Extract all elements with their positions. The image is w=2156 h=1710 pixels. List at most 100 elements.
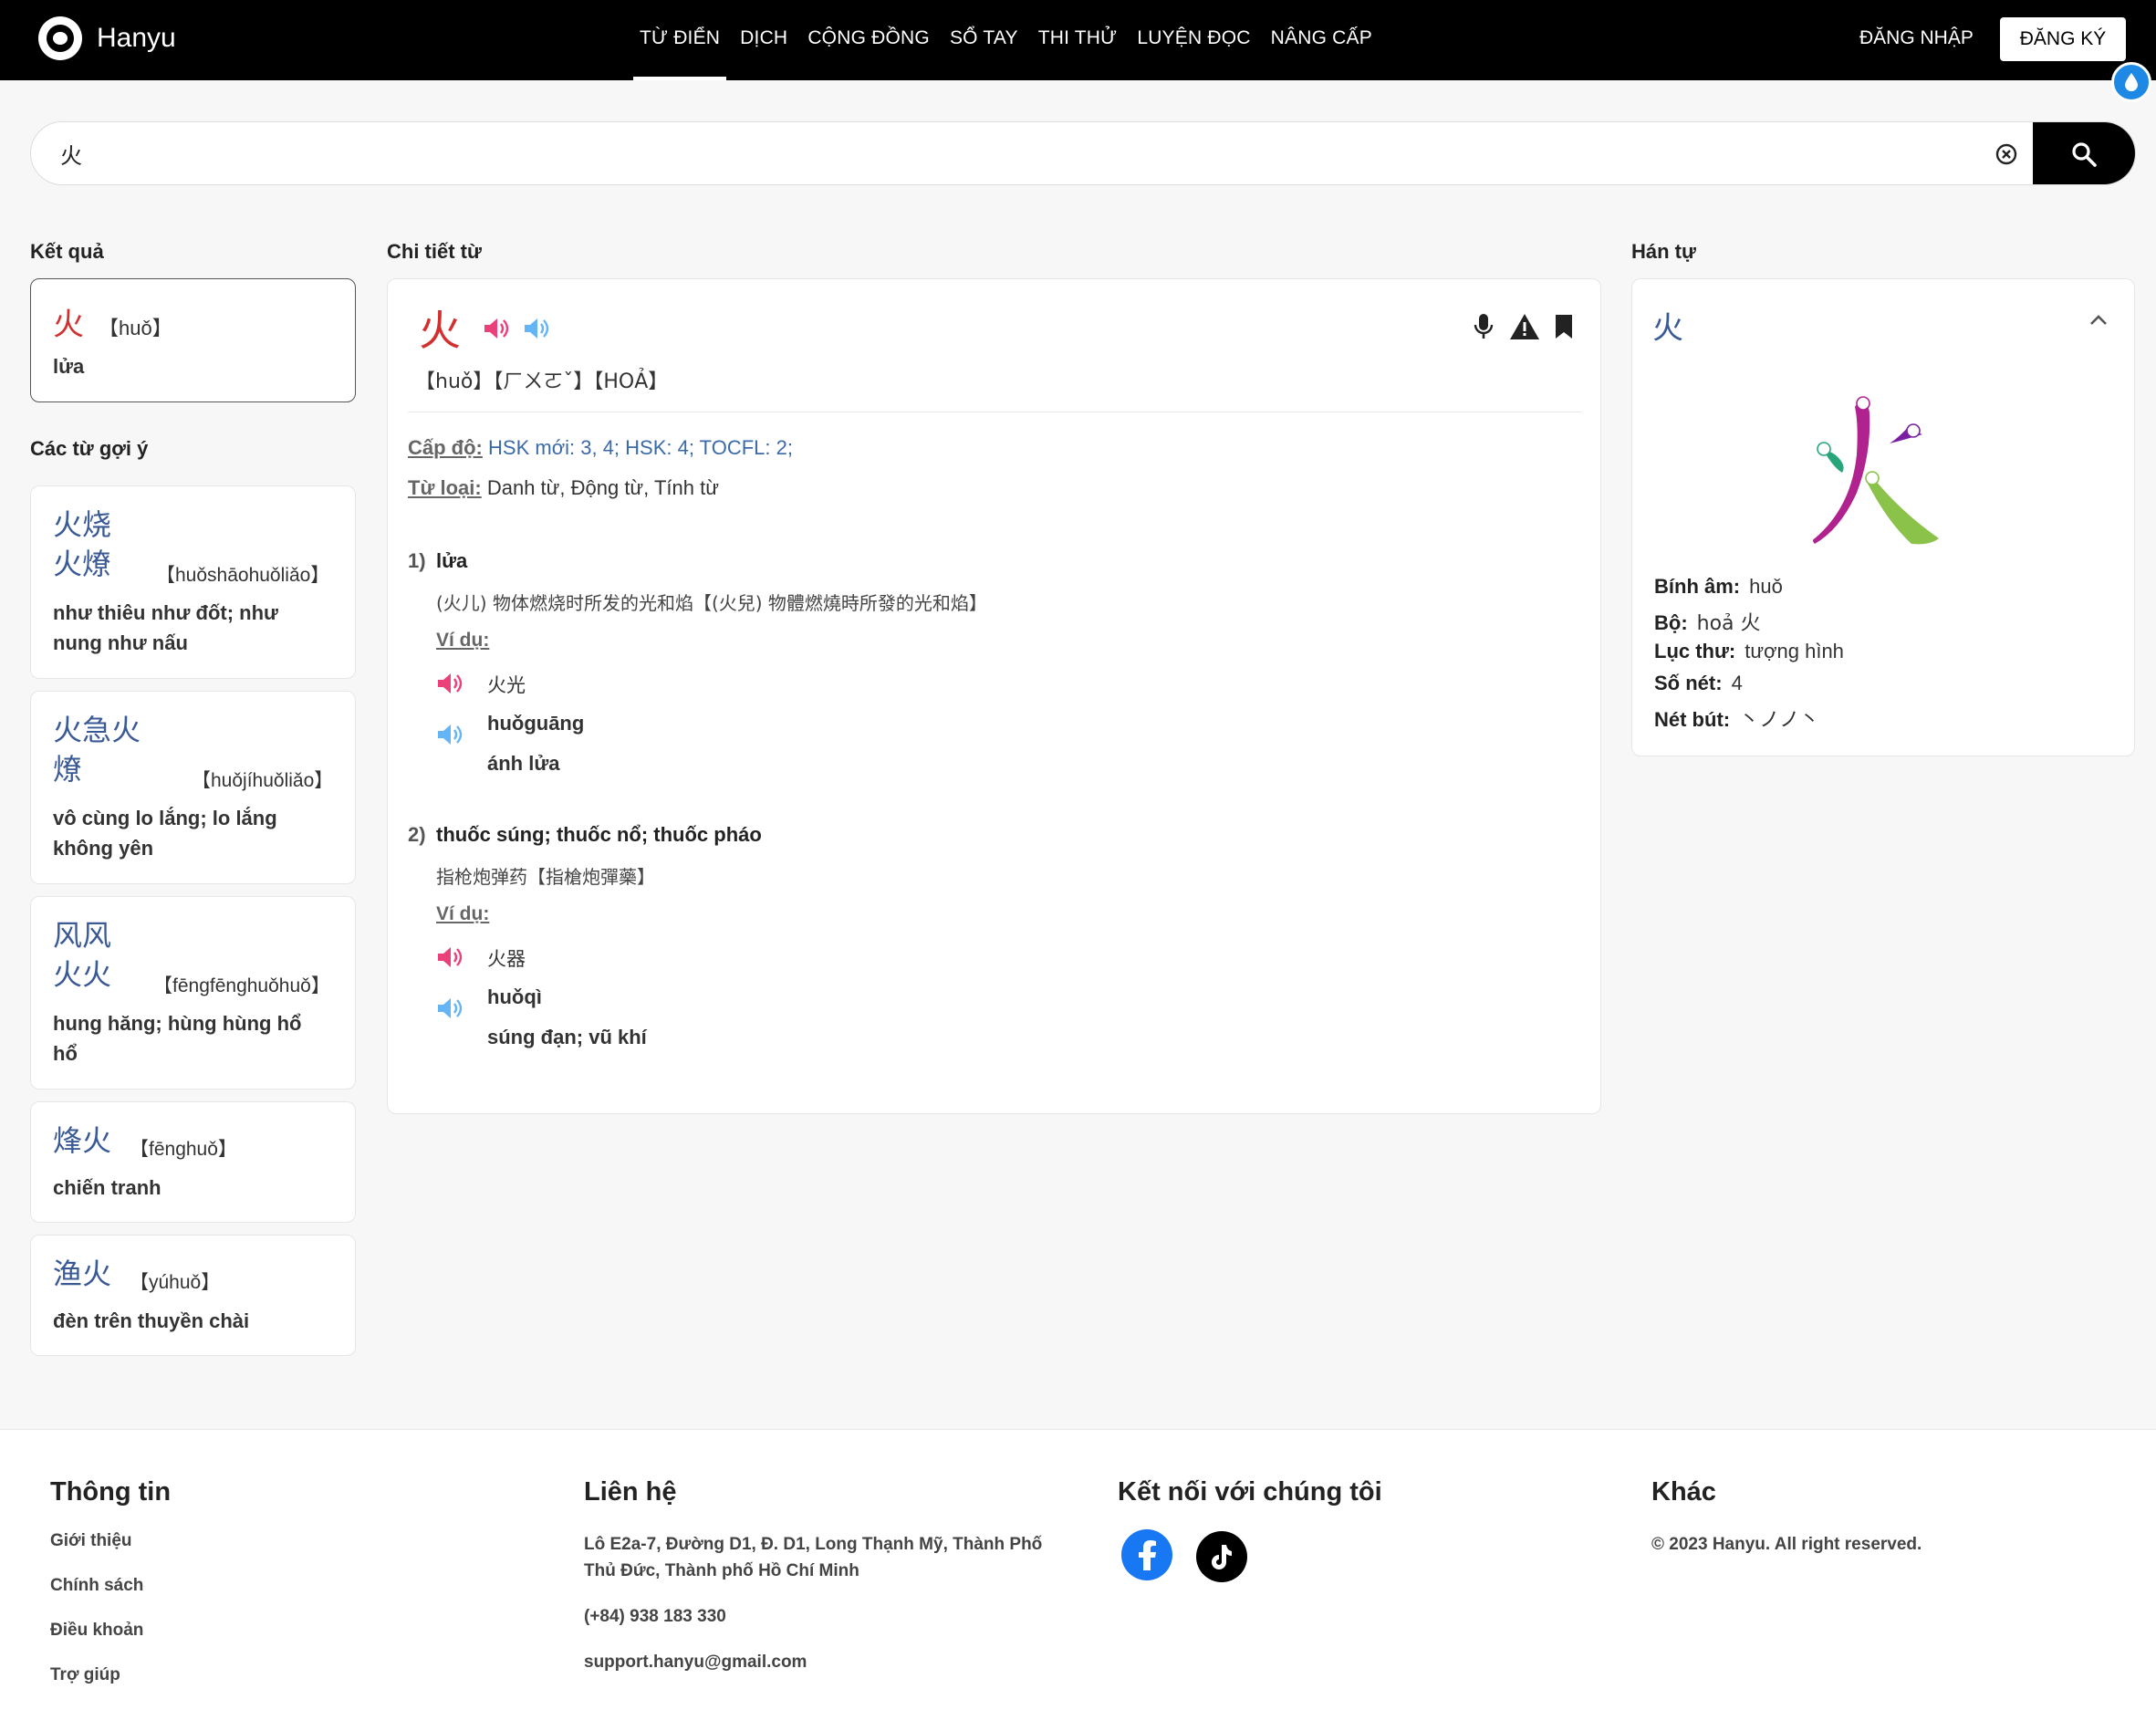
suggestion-hanzi: 火燎: [53, 547, 112, 581]
suggestion-pinyin: 【yúhuǒ】: [130, 1272, 221, 1293]
mic-icon[interactable]: [1473, 312, 1495, 346]
suggestion-item[interactable]: 烽火 【fēnghuǒ】 chiến tranh: [30, 1101, 356, 1223]
sense-meaning: thuốc súng; thuốc nổ; thuốc pháo: [436, 823, 762, 846]
footer-phone[interactable]: (+84) 938 183 330: [584, 1603, 1058, 1630]
prop-pinyin: Bính âm: huǒ: [1654, 575, 1783, 598]
suggestion-item[interactable]: 火烧 火燎 【huǒshāohuǒliǎo】 như thiêu như đốt…: [30, 485, 356, 679]
speaker-icon[interactable]: [436, 671, 463, 701]
result-meaning: lửa: [53, 355, 85, 378]
detail-readings: 【huǒ】【ㄏㄨㄛˇ】【HOẢ】: [415, 370, 669, 393]
suggestion-item[interactable]: 渔火 【yúhuǒ】 đèn trên thuyền chài: [30, 1235, 356, 1356]
login-link[interactable]: ĐĂNG NHẬP: [1859, 27, 1974, 49]
example-label: Ví dụ:: [436, 903, 490, 924]
suggestion-hanzi: 火火: [53, 957, 112, 992]
nav-tu-dien[interactable]: TỪ ĐIỂN: [630, 0, 730, 80]
pos-row: Từ loại: Danh từ, Động từ, Tính từ: [408, 476, 719, 500]
example-pinyin: huǒqì: [487, 985, 542, 1008]
hantu-char: 火: [1652, 310, 1683, 347]
facebook-icon[interactable]: [1121, 1529, 1172, 1580]
bookmark-icon[interactable]: [1554, 313, 1574, 345]
footer-social: Kết nối với chúng tôi: [1118, 1477, 1382, 1582]
stroke-order-diagram: [1813, 396, 1939, 545]
search-input[interactable]: [60, 122, 1976, 184]
brand-logo[interactable]: Hanyu: [38, 16, 176, 60]
main-nav: TỪ ĐIỂN DỊCH CỘNG ĐỒNG SỔ TAY THI THỬ LU…: [630, 0, 1382, 80]
example-meaning: ánh lửa: [487, 752, 560, 775]
word-detail-panel: 火 【huǒ】【ㄏㄨㄛˇ】【HOẢ】 Cấp độ: HSK mới: 3, 4…: [387, 278, 1601, 1114]
signup-button[interactable]: ĐĂNG KÝ: [2000, 17, 2126, 61]
suggestion-meaning: vô cùng lo lắng; lo lắng không yên: [53, 807, 277, 860]
logo-icon: [38, 16, 82, 60]
speaker-icon[interactable]: [436, 722, 463, 752]
suggestion-hanzi: 燎: [53, 752, 83, 787]
search-icon: [2072, 142, 2097, 167]
suggestion-hanzi: 烽火: [53, 1123, 112, 1158]
suggestion-hanzi: 火烧: [53, 507, 112, 542]
results-title: Kết quả: [30, 240, 104, 263]
nav-luyen-doc[interactable]: LUYỆN ĐỌC: [1127, 0, 1260, 80]
suggestion-hanzi: 渔火: [53, 1256, 112, 1291]
example-hanzi: 火光: [487, 674, 526, 696]
hantu-title: Hán tự: [1631, 240, 1696, 263]
speaker-icon[interactable]: [436, 944, 463, 975]
suggestion-hanzi: 火急火: [53, 713, 141, 747]
suggestion-meaning: như thiêu như đốt; như nung như nấu: [53, 601, 278, 654]
example-meaning: súng đạn; vũ khí: [487, 1026, 647, 1048]
prop-stroke-count: Số nét: 4: [1654, 672, 1743, 694]
speaker-icon[interactable]: [483, 316, 510, 346]
suggestion-meaning: đèn trên thuyền chài: [53, 1309, 250, 1332]
footer-email[interactable]: support.hanyu@gmail.com: [584, 1649, 1058, 1675]
result-item[interactable]: 火 【huǒ】 lửa: [30, 278, 356, 402]
nav-so-tay[interactable]: SỔ TAY: [940, 0, 1028, 80]
footer-link-dieu-khoan[interactable]: Điều khoản: [50, 1621, 171, 1641]
level-row: Cấp độ: HSK mới: 3, 4; HSK: 4; TOCFL: 2;: [408, 436, 793, 460]
footer-contact-title: Liên hệ: [584, 1477, 677, 1507]
nav-nang-cap[interactable]: NÂNG CẤP: [1261, 0, 1382, 80]
warning-icon[interactable]: [1509, 312, 1540, 346]
suggestion-meaning: hung hăng; hùng hùng hổ hổ: [53, 1012, 302, 1065]
sense-number: 2): [408, 823, 426, 846]
footer-contact: Liên hệ Lô E2a-7, Đường D1, Đ. D1, Long …: [584, 1477, 1058, 1694]
detail-title: Chi tiết từ: [387, 240, 482, 263]
hantu-panel: 火 Bính âm: huǒ Bộ: hoả 火 Lục thư: tượng hìn…: [1631, 278, 2135, 756]
brand-name: Hanyu: [97, 23, 176, 53]
search-button[interactable]: [2033, 122, 2135, 184]
nav-thi-thu[interactable]: THI THỬ: [1028, 0, 1128, 80]
suggestion-pinyin: 【huǒjíhuǒliǎo】: [192, 770, 334, 791]
example-hanzi: 火器: [487, 948, 526, 970]
chevron-up-icon[interactable]: [2088, 314, 2109, 331]
suggestions-title: Các từ gợi ý: [30, 437, 149, 460]
nav-dich[interactable]: DỊCH: [730, 0, 797, 80]
tiktok-icon[interactable]: [1196, 1531, 1248, 1582]
footer-link-gioi-thieu[interactable]: Giới thiệu: [50, 1531, 171, 1551]
footer-other: Khác © 2023 Hanyu. All right reserved.: [1651, 1477, 2126, 1577]
clear-icon[interactable]: [1992, 140, 2021, 169]
prop-strokes: Nét bút: 丶ノノ丶: [1654, 708, 1820, 732]
footer-copyright: © 2023 Hanyu. All right reserved.: [1651, 1535, 1922, 1554]
level-label: Cấp độ:: [408, 436, 483, 459]
suggestion-meaning: chiến tranh: [53, 1176, 161, 1199]
top-navbar: Hanyu TỪ ĐIỂN DỊCH CỘNG ĐỒNG SỔ TAY THI …: [0, 0, 2156, 80]
footer: Thông tin Giới thiệu Chính sách Điều kho…: [0, 1429, 2156, 1710]
suggestion-item[interactable]: 风风 火火 【fēngfēnghuǒhuǒ】 hung hăng; hùng h…: [30, 896, 356, 1090]
speaker-icon[interactable]: [436, 996, 463, 1026]
result-pinyin: 【huǒ】: [99, 317, 172, 339]
sense-explain: (火儿) 物体燃烧时所发的光和焰【(火兒) 物體燃燒時所發的光和焰】: [436, 592, 987, 614]
suggestion-item[interactable]: 火急火 燎 【huǒjíhuǒliǎo】 vô cùng lo lắng; lo…: [30, 691, 356, 884]
example-pinyin: huǒguāng: [487, 712, 585, 735]
pos-label: Từ loại:: [408, 476, 482, 499]
speaker-icon[interactable]: [523, 316, 550, 346]
search-bar: [30, 121, 2136, 185]
suggestion-hanzi: 风风: [53, 918, 112, 953]
footer-link-tro-giup[interactable]: Trợ giúp: [50, 1665, 171, 1685]
footer-info: Thông tin Giới thiệu Chính sách Điều kho…: [50, 1477, 171, 1710]
sense-meaning: lửa: [436, 549, 468, 572]
footer-link-chinh-sach[interactable]: Chính sách: [50, 1576, 171, 1596]
level-value[interactable]: HSK mới: 3, 4; HSK: 4; TOCFL: 2;: [488, 436, 793, 459]
prop-radical: Bộ: hoả 火: [1654, 611, 1761, 635]
pos-value: Danh từ, Động từ, Tính từ: [486, 476, 719, 499]
nav-cong-dong[interactable]: CỘNG ĐỒNG: [797, 0, 940, 80]
footer-address: Lô E2a-7, Đường D1, Đ. D1, Long Thạnh Mỹ…: [584, 1535, 1043, 1580]
footer-social-title: Kết nối với chúng tôi: [1118, 1477, 1382, 1507]
water-drop-icon[interactable]: [2111, 62, 2151, 102]
